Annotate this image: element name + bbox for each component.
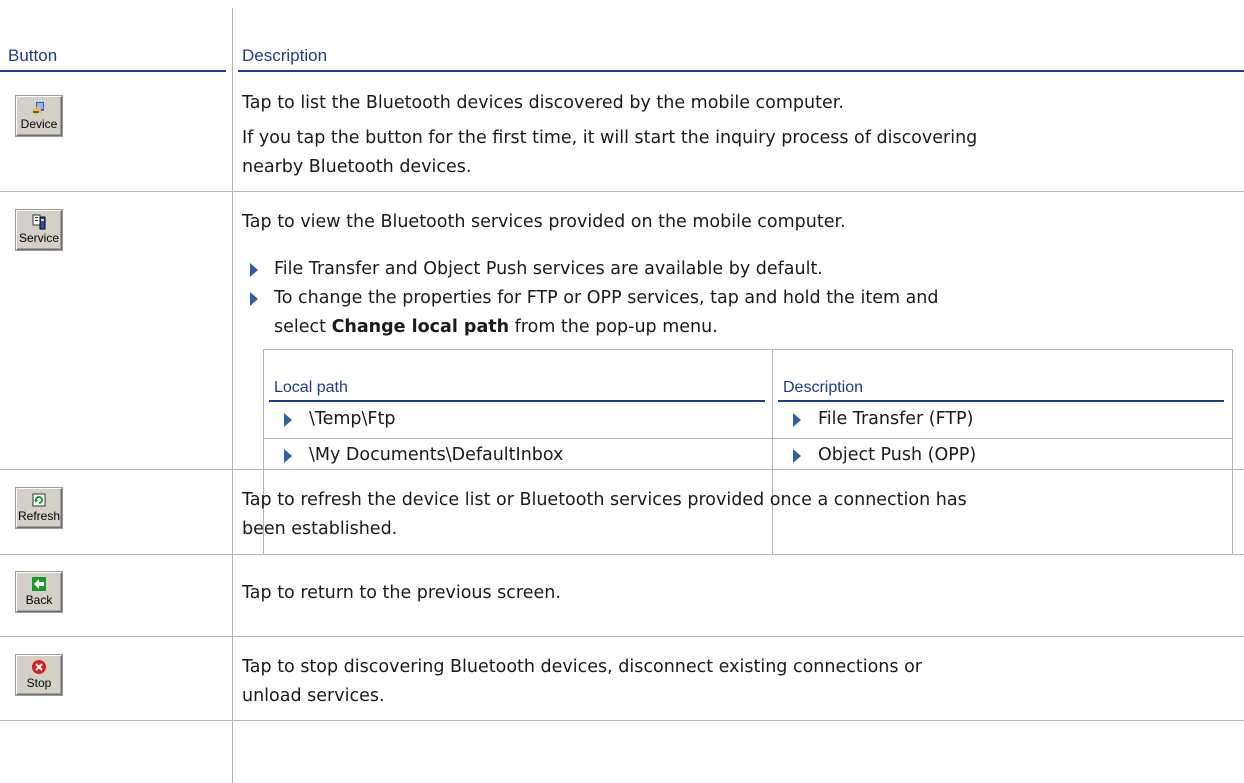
device-icon (32, 102, 44, 115)
inner-cell-desc: File Transfer (FTP) (818, 409, 974, 429)
row-divider (0, 636, 1244, 637)
service-button[interactable]: Service (16, 210, 62, 250)
bullet-icon (284, 413, 292, 427)
device-desc-line: If you tap the button for the first time… (242, 128, 978, 148)
inner-header-underline (778, 400, 1224, 402)
button-description-table: Button Description Device Tap to list th… (0, 0, 1244, 783)
service-bullet: File Transfer and Object Push services a… (274, 259, 823, 279)
refresh-button-label: Refresh (17, 509, 61, 523)
bullet-icon (793, 413, 801, 427)
inner-row-divider (264, 438, 1232, 439)
stop-icon (32, 660, 46, 674)
refresh-desc-line: Tap to refresh the device list or Blueto… (242, 490, 967, 510)
stop-button-label: Stop (26, 676, 52, 690)
device-desc-line: Tap to list the Bluetooth devices discov… (242, 93, 844, 113)
column-divider (232, 8, 233, 783)
stop-button[interactable]: Stop (16, 655, 62, 695)
inner-cell-desc: Object Push (OPP) (818, 445, 977, 465)
inner-header-underline (269, 400, 765, 402)
refresh-button[interactable]: Refresh (16, 488, 62, 528)
row-divider (0, 554, 1244, 555)
device-button-label: Device (20, 117, 58, 131)
refresh-desc-line: been established. (242, 519, 398, 539)
back-desc-line: Tap to return to the previous screen. (242, 583, 561, 603)
device-button[interactable]: Device (16, 96, 62, 136)
inner-header-description: Description (783, 379, 864, 396)
inner-column-divider (772, 350, 773, 554)
header-description: Description (242, 46, 328, 65)
bullet-icon (250, 292, 258, 306)
service-desc-intro: Tap to view the Bluetooth services provi… (242, 212, 846, 232)
inner-cell-path: \Temp\Ftp (309, 409, 396, 429)
local-path-table: Local path Description \Temp\Ftp File Tr… (263, 349, 1233, 555)
inner-header-local-path: Local path (274, 379, 348, 396)
device-desc-line: nearby Bluetooth devices. (242, 157, 472, 177)
service-bullet-line: To change the properties for FTP or OPP … (274, 288, 939, 308)
row-divider (0, 720, 1244, 721)
stop-desc-line: unload services. (242, 686, 385, 706)
row-divider (0, 191, 1244, 192)
service-bullet-line: select Change local path from the pop-up… (274, 313, 718, 342)
text-span: select (274, 317, 332, 337)
refresh-icon (32, 493, 46, 507)
bullet-icon (284, 449, 292, 463)
change-local-path-term: Change local path (331, 317, 510, 337)
text-span: from the pop-up menu. (509, 317, 718, 337)
back-button[interactable]: Back (16, 572, 62, 612)
inner-cell-path: \My Documents\DefaultInbox (309, 445, 564, 465)
bullet-icon (250, 263, 258, 277)
service-icon (32, 214, 46, 230)
service-button-label: Service (18, 231, 59, 245)
row-divider (0, 469, 1244, 470)
header-underline (0, 70, 226, 72)
bullet-icon (793, 449, 801, 463)
back-arrow-icon (32, 577, 46, 591)
header-button: Button (8, 46, 58, 65)
header-underline (238, 70, 1244, 72)
back-button-label: Back (25, 593, 53, 607)
stop-desc-line: Tap to stop discovering Bluetooth device… (242, 657, 922, 677)
